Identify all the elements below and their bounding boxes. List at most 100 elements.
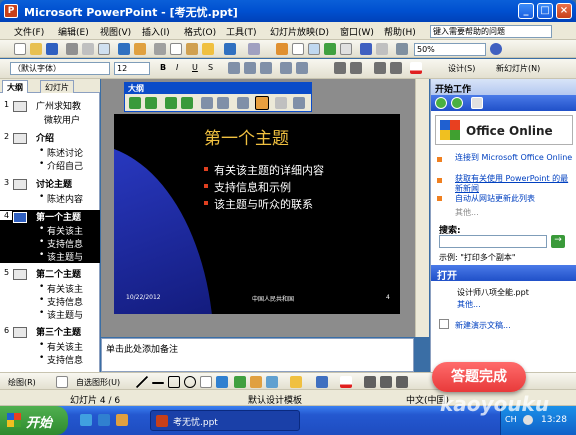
print-preview-icon[interactable] [98, 43, 110, 55]
move-down-icon[interactable] [181, 97, 193, 109]
back-icon[interactable] [435, 97, 447, 109]
outline-slide-5[interactable]: 5 第二个主题 [0, 267, 100, 281]
new-slide-button[interactable]: 新幻灯片(N) [496, 63, 540, 74]
increase-indent-icon[interactable] [390, 62, 402, 74]
numbering-icon[interactable] [280, 62, 292, 74]
task-pane-title[interactable]: 开始工作 [431, 79, 576, 95]
align-center-icon[interactable] [244, 62, 256, 74]
research-icon[interactable] [134, 43, 146, 55]
design-button[interactable]: 设计(S) [448, 63, 475, 74]
tab-outline[interactable]: 大纲 [2, 80, 28, 93]
align-left-icon[interactable] [228, 62, 240, 74]
spelling-icon[interactable] [118, 43, 130, 55]
undo-icon[interactable] [224, 43, 236, 55]
outline-bullet[interactable]: 有关该主 [0, 224, 100, 237]
tables-borders-icon[interactable] [308, 43, 320, 55]
expand-all-icon[interactable] [360, 43, 372, 55]
outline-slide-1[interactable]: 1 广州求知教 [0, 99, 100, 113]
menu-help[interactable]: 帮助(H) [384, 25, 416, 38]
permission-icon[interactable] [66, 43, 78, 55]
menu-insert[interactable]: 插入(I) [142, 25, 170, 38]
slide-bullet[interactable]: 有关该主题的详细内容 [204, 162, 324, 178]
menu-window[interactable]: 窗口(W) [340, 25, 374, 38]
font-select[interactable]: （默认字体） [10, 62, 110, 75]
copy-icon[interactable] [170, 43, 182, 55]
textbox-icon[interactable] [340, 43, 352, 55]
menu-file[interactable]: 文件(F) [14, 25, 44, 38]
arrow-style-icon[interactable] [396, 376, 408, 388]
outline-bullet[interactable]: 陈述内容 [0, 192, 100, 205]
outline-bullet[interactable]: 支持信息 [0, 295, 100, 308]
draw-font-color-icon[interactable] [340, 376, 352, 388]
new-presentation-link[interactable]: 新建演示文稿... [455, 320, 511, 331]
link-auto-update[interactable]: 自动从网站更新此列表 [455, 193, 535, 204]
help-icon[interactable] [490, 43, 502, 55]
wordart-icon[interactable] [216, 376, 228, 388]
table-icon[interactable] [292, 43, 304, 55]
font-color-icon[interactable] [410, 62, 422, 74]
outline-bullet[interactable]: 陈述讨论 [0, 146, 100, 159]
print-icon[interactable] [82, 43, 94, 55]
summary-slide-icon[interactable] [237, 97, 249, 109]
select-objects-icon[interactable] [56, 376, 68, 388]
draw-menu[interactable]: 绘图(R) [8, 377, 36, 388]
show-formatting-icon[interactable] [255, 96, 269, 110]
start-button[interactable]: 开始 [0, 406, 68, 435]
menu-view[interactable]: 视图(V) [100, 25, 131, 38]
demote-icon[interactable] [145, 97, 157, 109]
clipart-icon[interactable] [250, 376, 262, 388]
menu-slideshow[interactable]: 幻灯片放映(D) [270, 25, 329, 38]
quicklaunch-folder-icon[interactable] [116, 414, 128, 426]
collapse-icon[interactable] [201, 97, 213, 109]
expand-icon[interactable] [217, 97, 229, 109]
slide-title[interactable]: 第一个主题 [204, 124, 289, 149]
slide-bullet[interactable]: 该主题与听众的联系 [204, 196, 313, 212]
outline-text[interactable]: 微软用户 [0, 113, 100, 127]
textbox-tool-icon[interactable] [200, 376, 212, 388]
answer-complete-badge[interactable]: 答题完成 [432, 362, 526, 392]
forward-icon[interactable] [451, 97, 463, 109]
outline-bullet[interactable]: 有关该主 [0, 282, 100, 295]
italic-button[interactable]: I [176, 63, 178, 72]
outline-bullet[interactable]: 介绍自己 [0, 159, 100, 172]
promote-icon[interactable] [129, 97, 141, 109]
shadow-button[interactable]: S [208, 63, 213, 72]
quicklaunch-desktop-icon[interactable] [98, 414, 110, 426]
home-icon[interactable] [471, 97, 483, 109]
outline-bullet[interactable]: 该主题与 [0, 250, 100, 263]
cut-icon[interactable] [154, 43, 166, 55]
arrow-tool-icon[interactable] [152, 382, 164, 384]
powerpoint-app-icon[interactable]: P [4, 4, 18, 18]
menu-format[interactable]: 格式(O) [184, 25, 216, 38]
help-search-input[interactable]: 键入需要帮助的问题 [430, 25, 552, 38]
line-icon[interactable] [136, 376, 148, 388]
outline-slide-2[interactable]: 2 介绍 [0, 131, 100, 145]
link-more[interactable]: 其他... [455, 207, 479, 218]
open-icon[interactable] [30, 43, 42, 55]
toolbar-options-icon[interactable] [293, 97, 305, 109]
search-go-button[interactable]: → [551, 235, 565, 248]
slide-bullet[interactable]: 支持信息和示例 [204, 179, 291, 195]
line-color-icon[interactable] [316, 376, 328, 388]
font-size-select[interactable]: 12 [114, 62, 150, 75]
underline-button[interactable]: U [192, 63, 198, 72]
dash-style-icon[interactable] [380, 376, 392, 388]
input-language[interactable]: CH [505, 415, 517, 424]
menu-edit[interactable]: 编辑(E) [58, 25, 89, 38]
decrease-indent-icon[interactable] [374, 62, 386, 74]
zoom-select[interactable]: 50% [414, 43, 486, 56]
menu-tools[interactable]: 工具(T) [226, 25, 257, 38]
open-more-link[interactable]: 其他... [457, 299, 481, 310]
close-button[interactable]: × [556, 3, 572, 19]
chart-icon[interactable] [276, 43, 288, 55]
move-up-icon[interactable] [165, 97, 177, 109]
autoshapes-menu[interactable]: 自选图形(U) [76, 377, 120, 388]
decrease-font-icon[interactable] [350, 62, 362, 74]
paste-icon[interactable] [186, 43, 198, 55]
taskbar-item-powerpoint[interactable]: 考无忧.ppt [150, 410, 300, 431]
vertical-scrollbar[interactable] [415, 79, 429, 337]
bold-button[interactable]: B [160, 63, 166, 72]
search-input[interactable] [439, 235, 547, 248]
link-news[interactable]: 获取有关使用 PowerPoint 的最新新闻 [455, 174, 573, 194]
redo-icon[interactable] [248, 43, 260, 55]
